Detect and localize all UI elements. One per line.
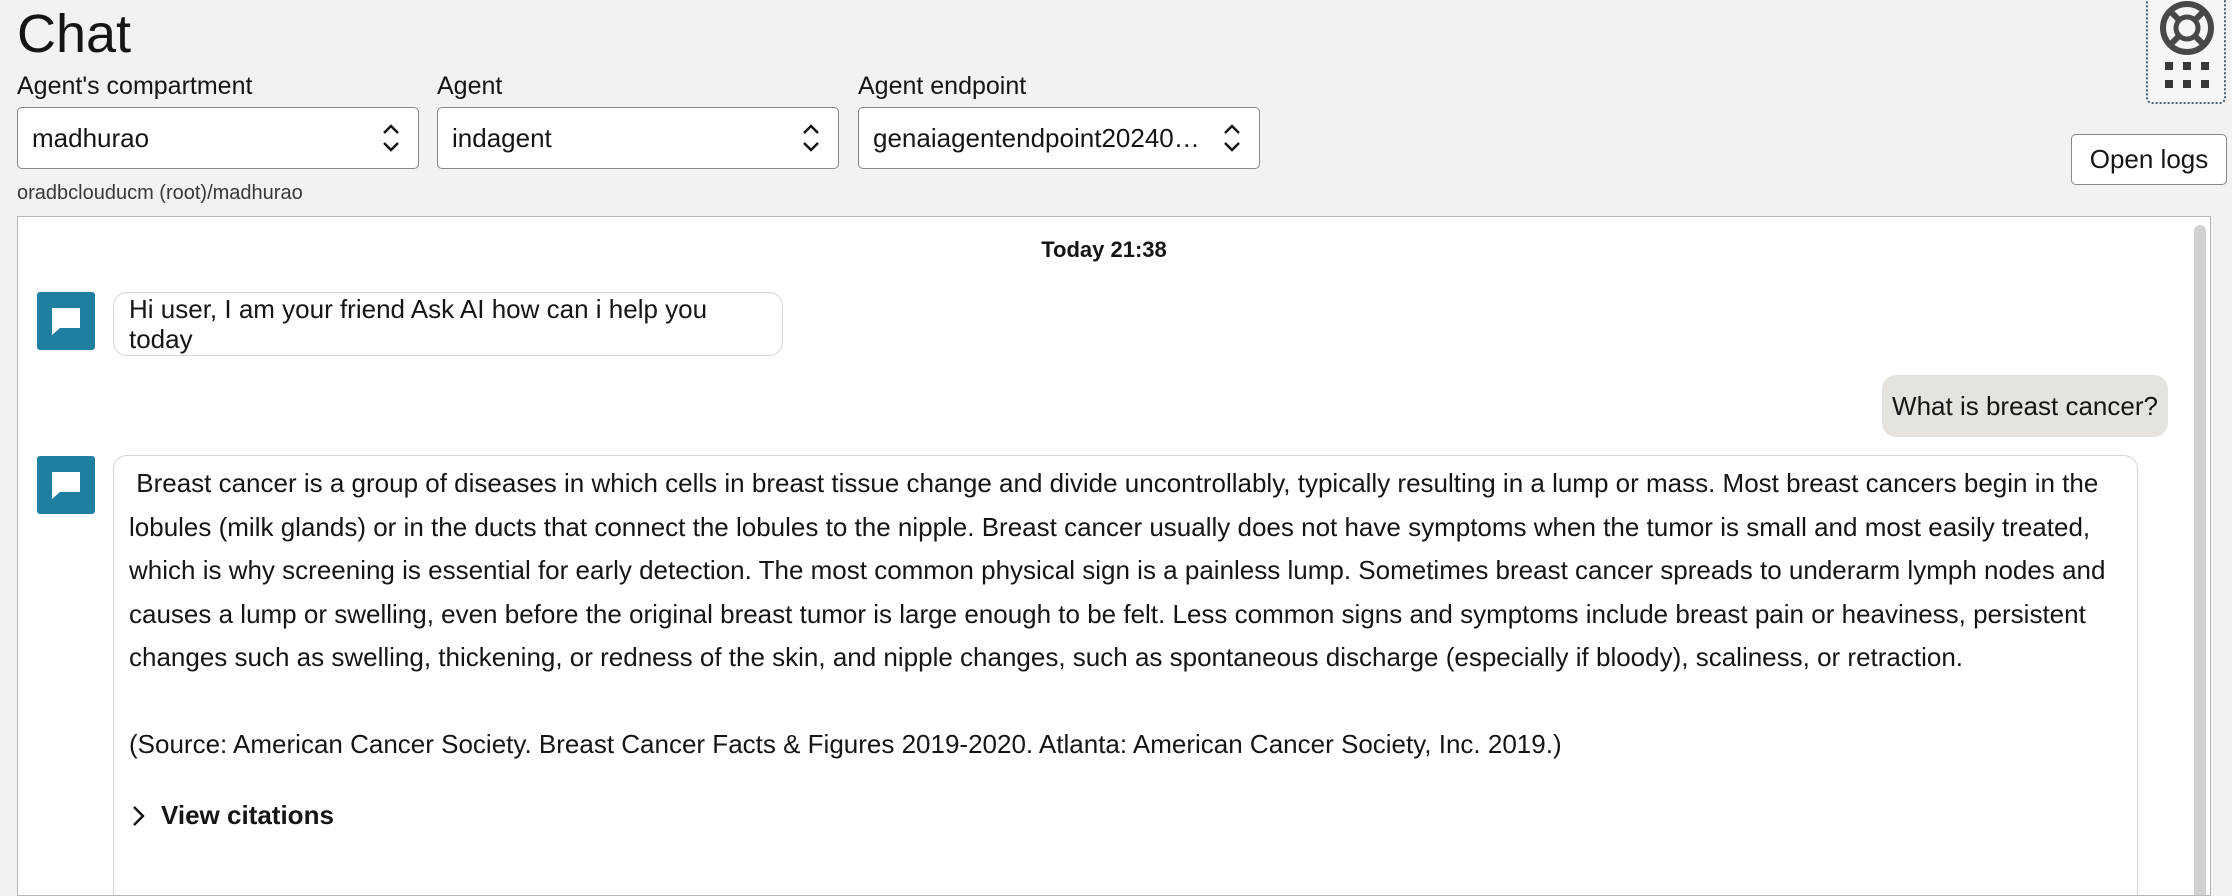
scrollbar[interactable] — [2194, 225, 2206, 895]
endpoint-value: genaiagentendpoint20240729 — [873, 122, 1211, 153]
chat-bubble-icon — [52, 472, 80, 499]
compartment-value: madhurao — [32, 122, 150, 153]
help-widget[interactable] — [2146, 0, 2226, 104]
view-citations-toggle[interactable]: View citations — [129, 800, 2122, 831]
chat-timestamp: Today 21:38 — [1041, 237, 1167, 262]
page-title: Chat — [17, 4, 132, 64]
message-text: Hi user, I am your friend Ask AI how can… — [129, 294, 708, 354]
chat-bubble-icon — [52, 308, 80, 335]
up-down-chevron-icon — [1224, 124, 1240, 152]
agent-message: Hi user, I am your friend Ask AI how can… — [113, 292, 783, 356]
view-citations-label: View citations — [161, 800, 334, 830]
up-down-chevron-icon — [803, 124, 819, 152]
message-text: Breast cancer is a group of diseases in … — [129, 468, 2113, 672]
chevron-right-icon — [133, 805, 145, 826]
agent-select[interactable]: indagent — [437, 107, 839, 169]
lifebuoy-icon[interactable] — [2157, 0, 2217, 58]
compartment-label: Agent's compartment — [17, 72, 253, 100]
agent-avatar — [37, 456, 95, 514]
user-message: What is breast cancer? — [1882, 375, 2168, 437]
up-down-chevron-icon — [383, 124, 399, 152]
compartment-select[interactable]: madhurao — [17, 107, 419, 169]
chat-panel[interactable]: Today 21:38 Hi user, I am your friend As… — [17, 216, 2211, 896]
compartment-path: oradbclouducm (root)/madhurao — [17, 182, 303, 204]
message-source: (Source: American Cancer Society. Breast… — [129, 728, 1562, 759]
grid-icon[interactable] — [2165, 62, 2209, 90]
open-logs-button[interactable]: Open logs — [2071, 134, 2227, 185]
agent-avatar — [37, 292, 95, 350]
agent-label: Agent — [437, 72, 503, 100]
endpoint-select[interactable]: genaiagentendpoint20240729 — [858, 107, 1260, 169]
endpoint-label: Agent endpoint — [858, 72, 1027, 100]
agent-message: Breast cancer is a group of diseases in … — [113, 455, 2138, 895]
agent-value: indagent — [452, 122, 552, 153]
message-text: What is breast cancer? — [1892, 390, 2158, 421]
